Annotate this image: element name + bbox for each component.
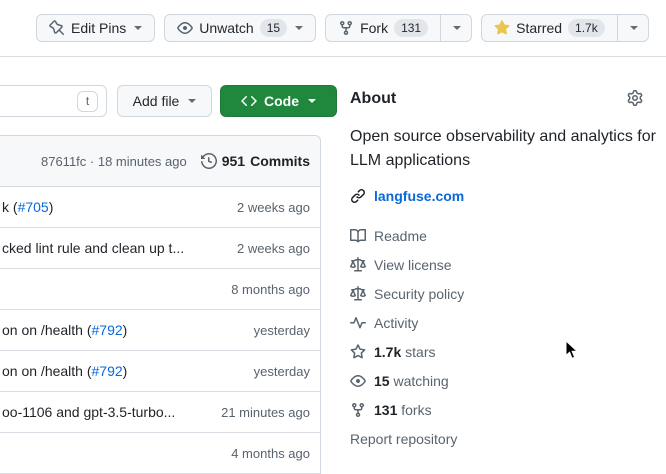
pin-icon	[49, 20, 65, 36]
commit-date[interactable]: 21 minutes ago	[221, 405, 310, 420]
add-file-label: Add file	[133, 93, 180, 109]
fork-icon	[350, 402, 366, 418]
about-link-activity[interactable]: Activity	[350, 308, 666, 337]
about-links: Readme View license Security policy Activit…	[350, 221, 666, 424]
about-link-security-policy[interactable]: Security policy	[350, 279, 666, 308]
commit-row: on on /health (#792) yesterday	[0, 351, 320, 392]
fork-icon	[338, 20, 354, 36]
about-link-forks[interactable]: 131 forks	[350, 395, 666, 424]
commit-message[interactable]: on on /health (#792)	[2, 363, 246, 379]
latest-commit-bar: 87611fc · 18 minutes ago 951 Commits	[0, 136, 320, 187]
report-repository-link[interactable]: Report repository	[350, 424, 666, 453]
law-icon	[350, 286, 366, 302]
code-icon	[241, 93, 257, 109]
pr-link[interactable]: #792	[92, 322, 123, 338]
commit-row: 8 months ago	[0, 269, 320, 310]
repo-description: Open source observability and analytics …	[350, 125, 662, 173]
about-link-view-license[interactable]: View license	[350, 250, 666, 279]
star-count-badge: 1.7k	[568, 19, 605, 37]
unwatch-button[interactable]: Unwatch 15	[164, 14, 316, 42]
chevron-down-icon	[453, 26, 461, 30]
book-icon	[350, 228, 366, 244]
commit-message[interactable]: cked lint rule and clean up t...	[2, 240, 229, 256]
edit-pins-button[interactable]: Edit Pins	[36, 14, 155, 42]
about-link-readme[interactable]: Readme	[350, 221, 666, 250]
fork-button-group: Fork 131	[325, 14, 472, 42]
commit-row: oo-1106 and gpt-3.5-turbo... 21 minutes a…	[0, 392, 320, 433]
about-link-label: Security policy	[374, 286, 464, 302]
about-link-label: View license	[374, 257, 452, 273]
about-link-stars[interactable]: 1.7k stars	[350, 337, 666, 366]
repo-website-link[interactable]: langfuse.com	[374, 188, 464, 204]
chevron-down-icon	[188, 99, 196, 103]
commit-message[interactable]: on on /health (#792)	[2, 322, 246, 338]
starred-label: Starred	[516, 20, 562, 36]
commit-date[interactable]: yesterday	[254, 364, 310, 379]
about-link-watching[interactable]: 15 watching	[350, 366, 666, 395]
stat-count: 1.7k	[374, 344, 401, 360]
shortcut-key-badge: t	[77, 91, 98, 112]
go-to-file-input[interactable]: t	[0, 85, 107, 117]
pr-link[interactable]: #792	[92, 363, 123, 379]
chevron-down-icon	[295, 26, 303, 30]
link-icon	[350, 188, 366, 204]
pulse-icon	[350, 315, 366, 331]
commit-count: 951	[222, 153, 245, 169]
commit-row: k (#705) 2 weeks ago	[0, 187, 320, 228]
about-link-label: 131 forks	[374, 402, 432, 418]
fork-dropdown-button[interactable]	[440, 15, 471, 41]
repo-website-row: langfuse.com	[350, 188, 666, 204]
watch-count-badge: 15	[260, 19, 287, 37]
eye-icon	[350, 373, 366, 389]
commit-row: on on /health (#792) yesterday	[0, 310, 320, 351]
fork-count-badge: 131	[394, 19, 428, 37]
star-dropdown-button[interactable]	[617, 15, 648, 41]
commit-date[interactable]: 4 months ago	[231, 446, 310, 461]
chevron-down-icon	[134, 26, 142, 30]
commit-row: cked lint rule and clean up t... 2 weeks …	[0, 228, 320, 269]
edit-pins-label: Edit Pins	[71, 20, 126, 36]
commit-count-label: Commits	[250, 153, 310, 169]
gear-icon[interactable]	[627, 90, 643, 106]
commit-date[interactable]: 2 weeks ago	[237, 200, 310, 215]
fork-button[interactable]: Fork 131	[326, 15, 440, 41]
stat-count: 131	[374, 402, 397, 418]
stat-count: 15	[374, 373, 390, 389]
about-link-label: 15 watching	[374, 373, 449, 389]
commit-date[interactable]: yesterday	[254, 323, 310, 338]
unwatch-label: Unwatch	[199, 20, 253, 36]
code-button[interactable]: Code	[220, 85, 337, 117]
commit-message[interactable]: k (#705)	[2, 199, 229, 215]
chevron-down-icon	[308, 99, 316, 103]
eye-icon	[177, 20, 193, 36]
commit-history-link[interactable]: 951 Commits	[201, 153, 310, 169]
about-link-label: 1.7k stars	[374, 344, 435, 360]
file-browser-panel: 87611fc · 18 minutes ago 951 Commits k (…	[0, 135, 321, 474]
about-section: About Open source observability and anal…	[350, 90, 666, 453]
code-label: Code	[264, 93, 299, 109]
star-filled-icon	[494, 20, 510, 36]
commit-date[interactable]: 8 months ago	[231, 282, 310, 297]
about-title: About	[350, 90, 396, 108]
about-link-label: Activity	[374, 315, 418, 331]
latest-commit-info[interactable]: 87611fc · 18 minutes ago	[41, 154, 187, 169]
commit-date[interactable]: 2 weeks ago	[237, 241, 310, 256]
commit-rows: k (#705)2 weeks agocked lint rule and cl…	[0, 187, 320, 474]
chevron-down-icon	[630, 26, 638, 30]
add-file-button[interactable]: Add file	[117, 85, 212, 117]
starred-button[interactable]: Starred 1.7k	[482, 15, 617, 41]
law-icon	[350, 257, 366, 273]
repo-action-bar: Edit Pins Unwatch 15 Fork 131 Starred 1.…	[0, 0, 666, 57]
star-button-group: Starred 1.7k	[481, 14, 649, 42]
commit-message[interactable]: oo-1106 and gpt-3.5-turbo...	[2, 404, 213, 420]
history-icon	[201, 153, 217, 169]
pr-link[interactable]: #705	[18, 199, 49, 215]
star-icon	[350, 344, 366, 360]
fork-label: Fork	[360, 20, 388, 36]
about-link-label: Readme	[374, 228, 427, 244]
